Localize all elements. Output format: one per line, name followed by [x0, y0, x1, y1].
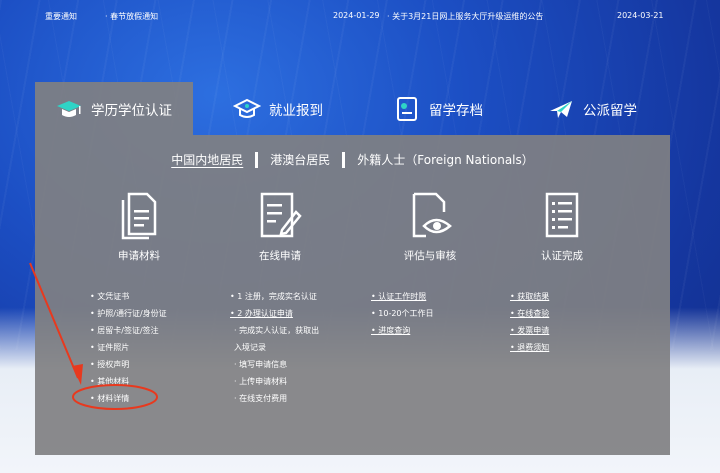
- tab-label: 学历学位认证: [91, 102, 172, 119]
- list-item: • 文凭证书: [90, 292, 130, 301]
- notice-bar: 重要通知 · 春节放假通知 2024-01-29 · 关于3月21日网上服务大厅…: [0, 0, 720, 32]
- notice-date-2: 2024-03-21: [617, 11, 664, 20]
- tab-public-study-abroad[interactable]: 公派留学: [547, 82, 637, 135]
- refund-link[interactable]: • 退费须知: [510, 339, 549, 356]
- notice-label: 重要通知: [45, 12, 77, 21]
- step-online-apply: 在线申请: [210, 190, 350, 263]
- tab-label: 留学存档: [429, 102, 483, 119]
- list-item: • 其他材料: [90, 377, 130, 386]
- step-label: 评估与审核: [403, 250, 457, 262]
- documents-icon: [121, 192, 157, 240]
- tab-label: 公派留学: [583, 102, 637, 119]
- verification-panel: 中国内地居民 港澳台居民 外籍人士（Foreign Nationals） 申请材…: [35, 135, 670, 455]
- materials-details-link[interactable]: • 材料详情: [90, 390, 167, 407]
- list-item: · 填写申请信息: [234, 360, 288, 369]
- list-item: · 在线支付费用: [234, 394, 288, 403]
- tab-label: 就业报到: [269, 102, 323, 119]
- list-item: • 1 注册，完成实名认证: [230, 292, 317, 301]
- step-label: 在线申请: [259, 250, 301, 262]
- list-item: • 授权声明: [90, 360, 130, 369]
- step-materials: 申请材料: [69, 190, 209, 263]
- step-label: 申请材料: [118, 250, 160, 262]
- region-selector: 中国内地居民 港澳台居民 外籍人士（Foreign Nationals）: [35, 151, 670, 168]
- region-mainland[interactable]: 中国内地居民: [171, 151, 243, 168]
- list-item: 入境记录: [234, 343, 266, 352]
- graduation-cap-outline-icon: [233, 98, 261, 118]
- tab-employment-report[interactable]: 就业报到: [233, 82, 323, 135]
- complete-list: • 获取结果 • 在线查验 • 发票申请 • 退费须知: [510, 288, 549, 356]
- list-item: • 10-20个工作日: [371, 309, 434, 318]
- list-item: · 上传申请材料: [234, 377, 288, 386]
- get-result-link[interactable]: • 获取结果: [510, 288, 549, 305]
- apply-link[interactable]: • 2 办理认证申请: [230, 305, 319, 322]
- review-list: • 认证工作时限 • 10-20个工作日 • 进度查询: [371, 288, 434, 339]
- time-limit-link[interactable]: • 认证工作时限: [371, 288, 434, 305]
- region-divider: [255, 151, 259, 168]
- document-eye-icon: [412, 192, 452, 238]
- notice-link-2[interactable]: · 关于3月21日网上服务大厅升级运维的公告: [387, 11, 543, 22]
- archive-file-icon: [397, 96, 417, 121]
- online-verify-link[interactable]: • 在线查验: [510, 305, 549, 322]
- step-review: 评估与审核: [360, 190, 500, 263]
- step-label: 认证完成: [541, 250, 583, 262]
- edit-form-icon: [260, 192, 302, 238]
- list-item: • 证件照片: [90, 343, 130, 352]
- materials-list: • 文凭证书 • 护照/通行证/身份证 • 居留卡/签证/签注 • 证件照片 •…: [90, 288, 167, 407]
- list-item: • 居留卡/签证/签注: [90, 326, 159, 335]
- progress-query-link[interactable]: • 进度查询: [371, 322, 434, 339]
- checklist-icon: [545, 192, 579, 238]
- tab-degree-verification[interactable]: 学历学位认证: [35, 82, 193, 135]
- apply-list: • 1 注册，完成实名认证 • 2 办理认证申请 · 完成实人认证，获取出 入境…: [230, 288, 319, 407]
- airplane-icon: [550, 100, 572, 118]
- list-item: • 护照/通行证/身份证: [90, 309, 167, 318]
- notice-link-1[interactable]: · 春节放假通知: [105, 11, 158, 22]
- graduation-cap-icon: [57, 100, 81, 117]
- region-divider: [342, 151, 346, 168]
- invoice-link[interactable]: • 发票申请: [510, 322, 549, 339]
- notice-date-1: 2024-01-29: [333, 11, 380, 20]
- region-foreign[interactable]: 外籍人士（Foreign Nationals）: [357, 151, 534, 168]
- tab-study-archive[interactable]: 留学存档: [393, 82, 483, 135]
- service-tabs: 学历学位认证 就业报到 留学存档 公派留学: [35, 82, 670, 135]
- list-item: · 完成实人认证，获取出: [234, 326, 320, 335]
- region-hk-macao-taiwan[interactable]: 港澳台居民: [270, 151, 330, 168]
- step-complete: 认证完成: [492, 190, 632, 263]
